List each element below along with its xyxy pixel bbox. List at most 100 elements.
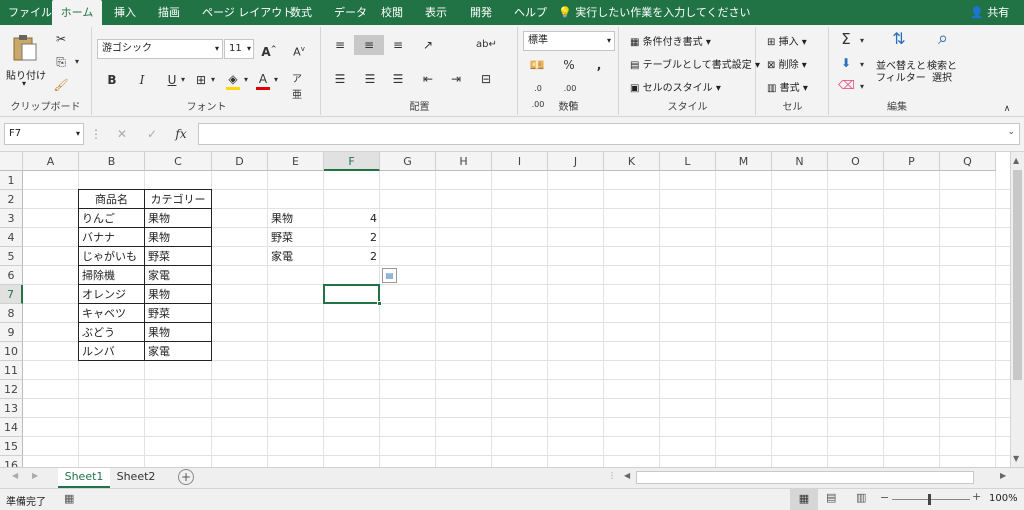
scroll-down-icon[interactable]: ▼ — [1013, 454, 1019, 463]
row-header[interactable]: 6 — [0, 266, 23, 285]
page-break-view-icon[interactable]: ▥ — [856, 491, 866, 504]
tab-insert[interactable]: 挿入 — [114, 0, 136, 25]
zoom-in-icon[interactable]: + — [972, 490, 981, 503]
delete-cells-button[interactable]: ⊠ 削除 ▾ — [767, 56, 807, 71]
autosum-icon[interactable]: Σ — [838, 31, 854, 47]
row-header[interactable]: 5 — [0, 247, 23, 266]
cut-icon[interactable]: ✂ — [52, 31, 70, 47]
format-painter-icon[interactable]: 🖌 — [52, 77, 70, 93]
chevron-down-icon[interactable]: ▾ — [209, 72, 217, 88]
column-header[interactable]: L — [660, 152, 716, 171]
zoom-out-icon[interactable]: − — [880, 491, 889, 504]
align-left-icon[interactable]: ☰ — [330, 71, 350, 87]
row-header[interactable]: 3 — [0, 209, 23, 228]
bold-button[interactable]: B — [105, 72, 119, 88]
share-button[interactable]: 👤 共有 — [970, 0, 1009, 25]
align-center-icon[interactable]: ☰ — [360, 71, 380, 87]
percent-icon[interactable]: % — [561, 57, 577, 73]
add-sheet-icon[interactable]: + — [178, 469, 194, 485]
grow-font-icon[interactable]: A^ — [261, 41, 277, 60]
row-header[interactable]: 8 — [0, 304, 23, 323]
summary-count-cell[interactable]: 4 — [324, 209, 380, 228]
tab-developer[interactable]: 開発 — [470, 0, 492, 25]
table-cell[interactable]: 家電 — [144, 265, 212, 285]
table-cell[interactable]: 野菜 — [144, 303, 212, 323]
tab-home[interactable]: ホーム — [52, 0, 102, 25]
table-header-cell[interactable]: 商品名 — [78, 189, 145, 209]
copy-icon[interactable]: ⎘ — [52, 54, 70, 70]
format-as-table-button[interactable]: ▤ テーブルとして書式設定 ▾ — [630, 56, 760, 71]
horizontal-scroll-thumb[interactable] — [636, 471, 974, 484]
tell-me-box[interactable]: 💡 実行したい作業を入力してください — [558, 0, 751, 25]
borders-icon[interactable]: ⊞ — [193, 72, 209, 88]
insert-cells-button[interactable]: ⊞ 挿入 ▾ — [767, 33, 807, 48]
fill-color-icon[interactable]: ◈ — [225, 71, 241, 90]
collapse-ribbon-icon[interactable]: ∧ — [1000, 101, 1014, 117]
row-header[interactable]: 10 — [0, 342, 23, 361]
table-cell[interactable]: ルンバ — [78, 341, 145, 361]
table-cell[interactable]: りんご — [78, 208, 145, 228]
fill-handle[interactable] — [377, 301, 382, 306]
scroll-up-icon[interactable]: ▲ — [1013, 156, 1019, 165]
find-select-button[interactable]: ⌕ 検索と 選択 — [924, 30, 960, 91]
chevron-down-icon[interactable]: ▾ — [72, 54, 82, 70]
summary-label-cell[interactable]: 家電 — [268, 247, 324, 266]
shrink-font-icon[interactable]: Av — [291, 41, 307, 61]
column-header[interactable]: N — [772, 152, 828, 171]
column-header[interactable]: E — [268, 152, 324, 171]
chevron-down-icon[interactable]: ▾ — [242, 72, 250, 88]
table-cell[interactable]: じゃがいも — [78, 246, 145, 266]
fill-icon[interactable]: ⬇ — [838, 55, 854, 71]
tab-split-icon[interactable]: ⋮ — [608, 471, 616, 480]
column-header[interactable]: H — [436, 152, 492, 171]
italic-button[interactable]: I — [135, 72, 149, 88]
table-cell[interactable]: キャベツ — [78, 303, 145, 323]
select-all-corner[interactable] — [0, 152, 23, 171]
font-name-box[interactable]: 游ゴシック ▾ — [97, 39, 223, 59]
vertical-scrollbar[interactable]: ▲ ▼ — [1010, 152, 1024, 470]
sort-filter-button[interactable]: ⇅ 並べ替えと フィルター — [876, 31, 926, 91]
tab-view[interactable]: 表示 — [425, 0, 447, 25]
row-header[interactable]: 14 — [0, 418, 23, 437]
summary-count-cell[interactable]: 2 — [324, 228, 380, 247]
wrap-text-icon[interactable]: ab↵ — [476, 37, 497, 53]
prev-sheet-icon[interactable]: ◀ — [12, 471, 18, 480]
underline-button[interactable]: U — [165, 72, 179, 88]
column-header[interactable]: G — [380, 152, 436, 171]
column-header[interactable]: M — [716, 152, 772, 171]
scroll-right-icon[interactable]: ▶ — [1000, 471, 1006, 480]
table-cell[interactable]: 果物 — [144, 284, 212, 304]
tab-file[interactable]: ファイル — [8, 0, 52, 25]
font-color-icon[interactable]: A — [255, 71, 271, 90]
normal-view-icon[interactable]: ▦ — [790, 489, 818, 510]
zoom-slider[interactable] — [892, 499, 970, 500]
table-cell[interactable]: 果物 — [144, 322, 212, 342]
column-header[interactable]: P — [884, 152, 940, 171]
conditional-formatting-button[interactable]: ▦ 条件付き書式 ▾ — [630, 33, 711, 48]
align-middle-icon[interactable]: ≡ — [354, 35, 384, 55]
table-cell[interactable]: 果物 — [144, 227, 212, 247]
tab-page-layout[interactable]: ページ レイアウト — [202, 0, 293, 25]
row-header[interactable]: 15 — [0, 437, 23, 456]
table-cell[interactable]: 家電 — [144, 341, 212, 361]
row-header[interactable]: 11 — [0, 361, 23, 380]
summary-label-cell[interactable]: 果物 — [268, 209, 324, 228]
table-cell[interactable]: ぶどう — [78, 322, 145, 342]
page-layout-view-icon[interactable]: ▤ — [826, 491, 836, 504]
column-header[interactable]: Q — [940, 152, 996, 171]
currency-icon[interactable]: 💴 — [527, 57, 547, 73]
table-cell[interactable]: オレンジ — [78, 284, 145, 304]
column-header[interactable]: I — [492, 152, 548, 171]
row-header[interactable]: 4 — [0, 228, 23, 247]
tab-help[interactable]: ヘルプ — [514, 0, 547, 25]
chevron-down-icon[interactable]: ▾ — [179, 72, 187, 88]
scroll-left-icon[interactable]: ◀ — [624, 471, 630, 480]
tab-draw[interactable]: 描画 — [158, 0, 180, 25]
table-cell[interactable]: 掃除機 — [78, 265, 145, 285]
tab-review[interactable]: 校閲 — [381, 0, 403, 25]
enter-icon[interactable]: ✓ — [144, 126, 160, 142]
insert-function-button[interactable]: fx — [172, 126, 190, 142]
table-cell[interactable]: バナナ — [78, 227, 145, 247]
align-right-icon[interactable]: ☰ — [388, 71, 408, 87]
column-header[interactable]: O — [828, 152, 884, 171]
